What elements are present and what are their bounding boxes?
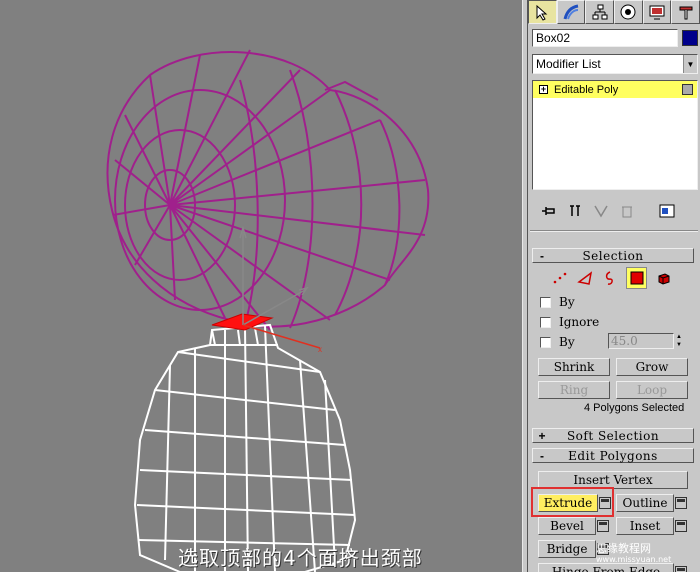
bevel-button[interactable]: Bevel <box>538 517 596 535</box>
tab-utilities[interactable] <box>671 0 700 24</box>
subobject-level-icons <box>552 267 672 289</box>
object-color-swatch[interactable] <box>682 30 698 46</box>
edit-polygons-rollout-header[interactable]: - Edit Polygons <box>532 448 694 463</box>
tab-create[interactable] <box>528 0 557 24</box>
object-name-row: Box02 <box>532 29 698 49</box>
show-end-result-icon <box>570 205 580 216</box>
outline-settings-icon[interactable] <box>675 497 687 509</box>
inset-settings-icon[interactable] <box>675 520 687 532</box>
stack-item-label: Editable Poly <box>554 83 619 96</box>
divider <box>530 230 698 232</box>
bridge-button[interactable]: Bridge <box>538 540 596 558</box>
soft-selection-rollout-header[interactable]: + Soft Selection <box>532 428 694 443</box>
expand-plus-icon[interactable]: + <box>539 85 548 94</box>
grow-button[interactable]: Grow <box>616 358 688 376</box>
angle-value[interactable]: 45.0 <box>608 333 674 349</box>
angle-spinner[interactable]: 45.0 ▲ ▼ <box>608 333 688 350</box>
loop-button[interactable]: Loop <box>616 381 688 399</box>
by-angle-row[interactable]: By <box>540 334 575 350</box>
tab-hierarchy[interactable] <box>585 0 615 24</box>
ignore-backfacing-label: Ignore <box>559 315 600 329</box>
make-unique-icon <box>594 205 608 218</box>
watermark-text: 思缘教程网 <box>596 542 651 555</box>
trash-icon <box>622 206 632 218</box>
element-level-icon[interactable] <box>655 269 672 287</box>
head-mesh <box>106 49 430 331</box>
modify-bend-icon <box>563 4 579 20</box>
viewport-caption: 选取顶部的4个面挤出颈部 <box>178 546 423 570</box>
bevel-settings-icon[interactable] <box>597 520 609 532</box>
edit-polygons-title: Edit Polygons <box>568 448 658 463</box>
ring-button[interactable]: Ring <box>538 381 610 399</box>
modifier-list-dropdown[interactable]: Modifier List ▼ <box>532 54 698 74</box>
polygon-level-icon[interactable] <box>626 267 648 289</box>
stack-item-toggle[interactable] <box>682 84 693 95</box>
vertex-level-icon[interactable] <box>552 269 569 287</box>
hierarchy-icon <box>592 4 608 20</box>
stack-item-editable-poly[interactable]: + Editable Poly <box>533 81 697 98</box>
spinner-arrows[interactable]: ▲ ▼ <box>676 333 686 349</box>
edge-level-icon[interactable] <box>577 269 594 287</box>
body-mesh <box>133 323 357 572</box>
expand-plus-icon: + <box>538 428 546 443</box>
hinge-from-edge-button[interactable]: Hinge From Edge <box>538 563 674 572</box>
inset-button[interactable]: Inset <box>616 517 674 535</box>
display-monitor-icon <box>649 5 665 20</box>
hinge-settings-icon[interactable] <box>675 566 687 572</box>
configure-icon <box>659 204 675 218</box>
gizmo-x-label: x <box>318 345 322 354</box>
by-angle-label: By <box>559 335 575 349</box>
ignore-backfacing-checkbox[interactable] <box>540 316 551 328</box>
pin-stack-button[interactable] <box>538 201 560 221</box>
create-arrow-icon <box>536 4 548 21</box>
extrude-highlight-box <box>531 487 614 517</box>
outline-button[interactable]: Outline <box>616 494 674 512</box>
by-vertex-label: By <box>559 295 575 309</box>
by-vertex-row[interactable]: By <box>540 294 575 310</box>
selection-status: 4 Polygons Selected <box>584 402 685 414</box>
modifier-list-label: Modifier List <box>536 57 601 71</box>
show-end-result-button[interactable] <box>564 201 586 221</box>
chevron-down-icon: ▼ <box>683 55 697 73</box>
selection-title: Selection <box>582 248 644 263</box>
command-panel-tabs <box>528 0 700 24</box>
collapse-minus-icon: - <box>540 248 544 263</box>
soft-selection-title: Soft Selection <box>566 428 660 443</box>
wireframe-scene: x <box>106 49 430 572</box>
spinner-down-icon[interactable]: ▼ <box>676 341 686 349</box>
pin-icon <box>542 207 555 215</box>
object-name-input[interactable]: Box02 <box>532 29 678 47</box>
ignore-backfacing-row[interactable]: Ignore <box>540 314 599 330</box>
make-unique-button[interactable] <box>590 201 612 221</box>
tab-modify[interactable] <box>556 0 586 24</box>
stack-toolbar <box>528 198 700 224</box>
utilities-hammer-icon <box>679 6 693 20</box>
shrink-button[interactable]: Shrink <box>538 358 610 376</box>
collapse-minus-icon: - <box>540 448 544 463</box>
by-vertex-checkbox[interactable] <box>540 296 551 308</box>
selection-rollout-header[interactable]: - Selection <box>532 248 694 263</box>
tab-display[interactable] <box>642 0 672 24</box>
by-angle-checkbox[interactable] <box>540 336 551 348</box>
spinner-up-icon[interactable]: ▲ <box>676 333 686 341</box>
viewport[interactable]: x 选取顶部的4个面挤出颈部 <box>0 0 522 572</box>
motion-icon <box>620 4 636 20</box>
watermark-url: www.missyuan.net <box>596 555 672 564</box>
remove-modifier-button[interactable] <box>616 201 638 221</box>
tab-motion[interactable] <box>614 0 643 24</box>
modifier-stack: + Editable Poly <box>532 80 698 190</box>
border-level-icon[interactable] <box>602 269 619 287</box>
configure-sets-button[interactable] <box>656 201 678 221</box>
